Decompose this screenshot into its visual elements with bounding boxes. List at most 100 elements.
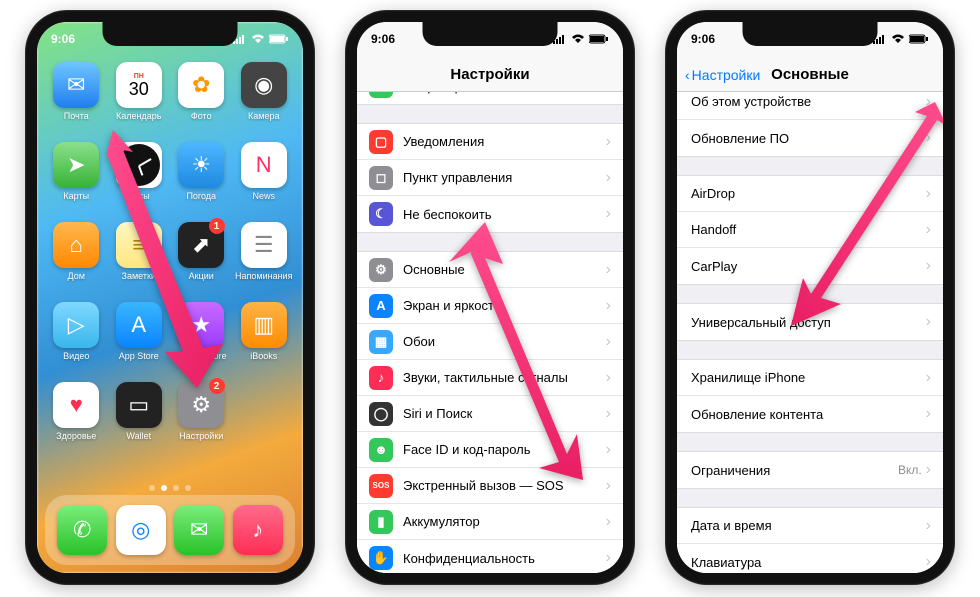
app-label: Настройки [179, 431, 223, 441]
app-label: Фото [191, 111, 212, 121]
status-time: 9:06 [371, 32, 395, 46]
chevron-right-icon: › [606, 333, 611, 351]
wifi-icon [891, 34, 905, 44]
back-label: Настройки [692, 67, 761, 83]
app-погода[interactable]: ☀Погода [172, 142, 231, 214]
app-label: Карты [63, 191, 89, 201]
row-обновление-контента[interactable]: Обновление контента› [677, 396, 943, 432]
app-календарь[interactable]: ПН30Календарь [110, 62, 169, 134]
app-label: News [252, 191, 275, 201]
page-indicator [37, 481, 303, 495]
app-icon: A [116, 302, 162, 348]
row-аккумулятор[interactable]: ▮Аккумулятор› [357, 504, 623, 540]
chevron-right-icon: › [926, 185, 931, 203]
app-label: Заметки [122, 271, 156, 281]
app-фото[interactable]: ✿Фото [172, 62, 231, 134]
app-ibooks[interactable]: ▥iBooks [235, 302, 294, 374]
battery-icon [909, 34, 929, 44]
row-клавиатура[interactable]: Клавиатура› [677, 544, 943, 573]
phone-home: 9:06 ✉ПочтаПН30Календарь✿Фото◉Камера➤Кар… [25, 10, 315, 585]
app-напоминания[interactable]: ☰Напоминания [235, 222, 294, 294]
row-siri-и-поиск[interactable]: ◯Siri и Поиск› [357, 396, 623, 432]
chevron-left-icon: ‹ [685, 67, 690, 83]
app-почта[interactable]: ✉Почта [47, 62, 106, 134]
app-здоровье[interactable]: ♥Здоровье [47, 382, 106, 454]
row-экран-и-яркость[interactable]: AЭкран и яркость› [357, 288, 623, 324]
row-icon: ◻ [369, 166, 393, 190]
row-label: Экстренный вызов — SOS [403, 478, 606, 493]
app-icon: ≡ [116, 222, 162, 268]
app-label: Почта [64, 111, 89, 121]
row-пункт-управления[interactable]: ◻ Пункт управления› [357, 160, 623, 196]
row-handoff[interactable]: Handoff› [677, 212, 943, 248]
app-акции[interactable]: ⬈1Акции [172, 222, 231, 294]
app-дом[interactable]: ⌂Дом [47, 222, 106, 294]
row-label: Обновление ПО [691, 131, 926, 146]
app-icon: ✉ [174, 505, 224, 555]
row-хранилище-iphone[interactable]: Хранилище iPhone› [677, 360, 943, 396]
app-itunes store[interactable]: ★iTunes Store [172, 302, 231, 374]
row-icon: ⚙ [369, 258, 393, 282]
app-icon: ♥ [53, 382, 99, 428]
app-app store[interactable]: A App Store [110, 302, 169, 374]
row-label: AirDrop [691, 186, 926, 201]
chevron-right-icon: › [606, 513, 611, 531]
row-label: CarPlay [691, 259, 926, 274]
row-label: Основные [403, 262, 606, 277]
row-конфиденциальность[interactable]: ✋Конфиденциальность› [357, 540, 623, 573]
row-универсальный-доступ[interactable]: Универсальный доступ› [677, 304, 943, 340]
back-button[interactable]: ‹ Настройки [685, 67, 760, 83]
app-label: Календарь [116, 111, 161, 121]
app-icon: ◉ [241, 62, 287, 108]
app-часы[interactable]: Часы [110, 142, 169, 214]
row-icon: ☻ [369, 438, 393, 462]
chevron-right-icon: › [606, 477, 611, 495]
app-label: Часы [128, 191, 150, 201]
row-label: Универсальный доступ [691, 315, 926, 330]
app-заметки[interactable]: ≡ Заметки [110, 222, 169, 294]
badge: 1 [209, 218, 225, 234]
row-ограничения[interactable]: ОграниченияВкл.› [677, 452, 943, 488]
app-wallet[interactable]: ▭Wallet [110, 382, 169, 454]
row-основные[interactable]: ⚙Основные› [357, 252, 623, 288]
row-label: Об этом устройстве [691, 94, 926, 109]
app-news[interactable]: NNews [235, 142, 294, 214]
chevron-right-icon: › [606, 405, 611, 423]
app-камера[interactable]: ◉ Камера [235, 62, 294, 134]
chevron-right-icon: › [606, 169, 611, 187]
badge: 2 [209, 378, 225, 394]
dock-phone[interactable]: ✆ [57, 505, 107, 555]
dock-music[interactable]: ♪ [233, 505, 283, 555]
row-icon: ▦ [369, 330, 393, 354]
row-звуки-тактильные-сигналы[interactable]: ♪Звуки, тактильные сигналы› [357, 360, 623, 396]
app-label: App Store [119, 351, 159, 361]
dock: ✆◎✉♪ [45, 495, 295, 565]
nav-title: Основные [771, 66, 849, 83]
row-value: Вкл. [898, 463, 922, 477]
wifi-icon [571, 34, 585, 44]
row-label: Аккумулятор [403, 514, 606, 529]
app-настройки[interactable]: ⚙2Настройки [172, 382, 231, 454]
row-уведомления[interactable]: ▢Уведомления› [357, 124, 623, 160]
dock-safari[interactable]: ◎ [116, 505, 166, 555]
row-face-id-и-код-пароль[interactable]: ☻Face ID и код-пароль› [357, 432, 623, 468]
row-экстренный-вызов-sos[interactable]: SOSЭкстренный вызов — SOS› [357, 468, 623, 504]
app-карты[interactable]: ➤ Карты [47, 142, 106, 214]
dock-messages[interactable]: ✉ [174, 505, 224, 555]
app-icon: ➤ [53, 142, 99, 188]
chevron-right-icon: › [926, 553, 931, 571]
row-carplay[interactable]: CarPlay› [677, 248, 943, 284]
row-airdrop[interactable]: AirDrop› [677, 176, 943, 212]
app-label: Камера [248, 111, 279, 121]
app-label: Акции [189, 271, 214, 281]
app-видео[interactable]: ▷Видео [47, 302, 106, 374]
row-label: Пункт управления [403, 170, 606, 185]
row-не-беспокоить[interactable]: ☾Не беспокоить› [357, 196, 623, 232]
app-icon: ✆ [57, 505, 107, 555]
row-label: Siri и Поиск [403, 406, 606, 421]
row-дата-и-время[interactable]: Дата и время› [677, 508, 943, 544]
row-обои[interactable]: ▦ Обои› [357, 324, 623, 360]
app-icon: ⌂ [53, 222, 99, 268]
row-обновление-по[interactable]: Обновление ПО› [677, 120, 943, 156]
row-label: Обои [403, 334, 606, 349]
